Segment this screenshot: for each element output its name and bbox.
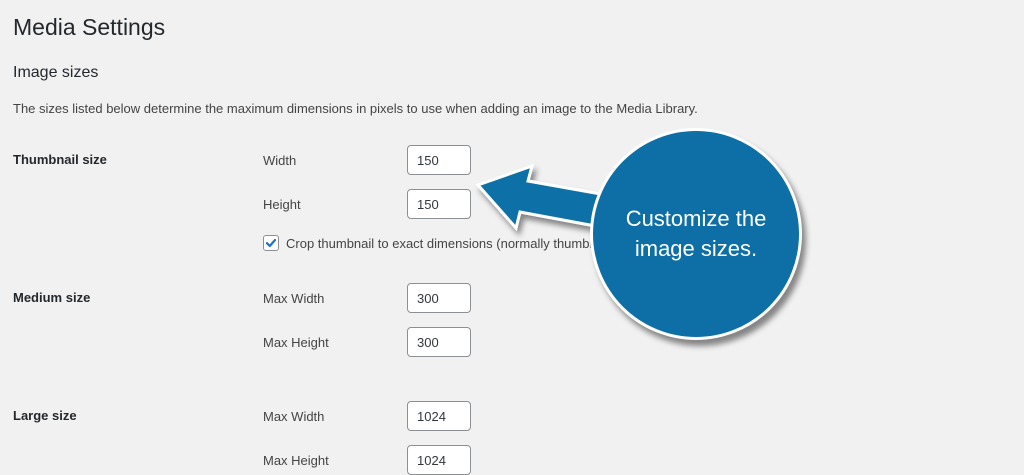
checkmark-icon	[265, 238, 277, 248]
large-height-input[interactable]	[407, 445, 471, 475]
large-height-label: Max Height	[263, 453, 329, 468]
large-width-label: Max Width	[263, 409, 325, 424]
large-size-label: Large size	[13, 408, 77, 423]
medium-size-label: Medium size	[13, 290, 91, 305]
thumbnail-width-input[interactable]	[407, 145, 471, 175]
medium-height-label: Max Height	[263, 335, 329, 350]
thumbnail-size-label: Thumbnail size	[13, 152, 107, 167]
medium-width-input[interactable]	[407, 283, 471, 313]
thumbnail-height-input[interactable]	[407, 189, 471, 219]
section-title-image-sizes: Image sizes	[13, 64, 99, 81]
callout-bubble: Customize the image sizes.	[590, 128, 802, 340]
section-description: The sizes listed below determine the max…	[13, 101, 698, 116]
callout-text: Customize the image sizes.	[625, 206, 767, 261]
crop-thumbnail-checkbox[interactable]	[263, 235, 279, 251]
thumbnail-width-label: Width	[263, 153, 297, 168]
arrow-left-icon	[475, 163, 614, 232]
thumbnail-height-label: Height	[263, 197, 301, 212]
medium-height-input[interactable]	[407, 327, 471, 357]
page-title: Media Settings	[13, 14, 166, 40]
medium-width-label: Max Width	[263, 291, 325, 306]
large-width-input[interactable]	[407, 401, 471, 431]
